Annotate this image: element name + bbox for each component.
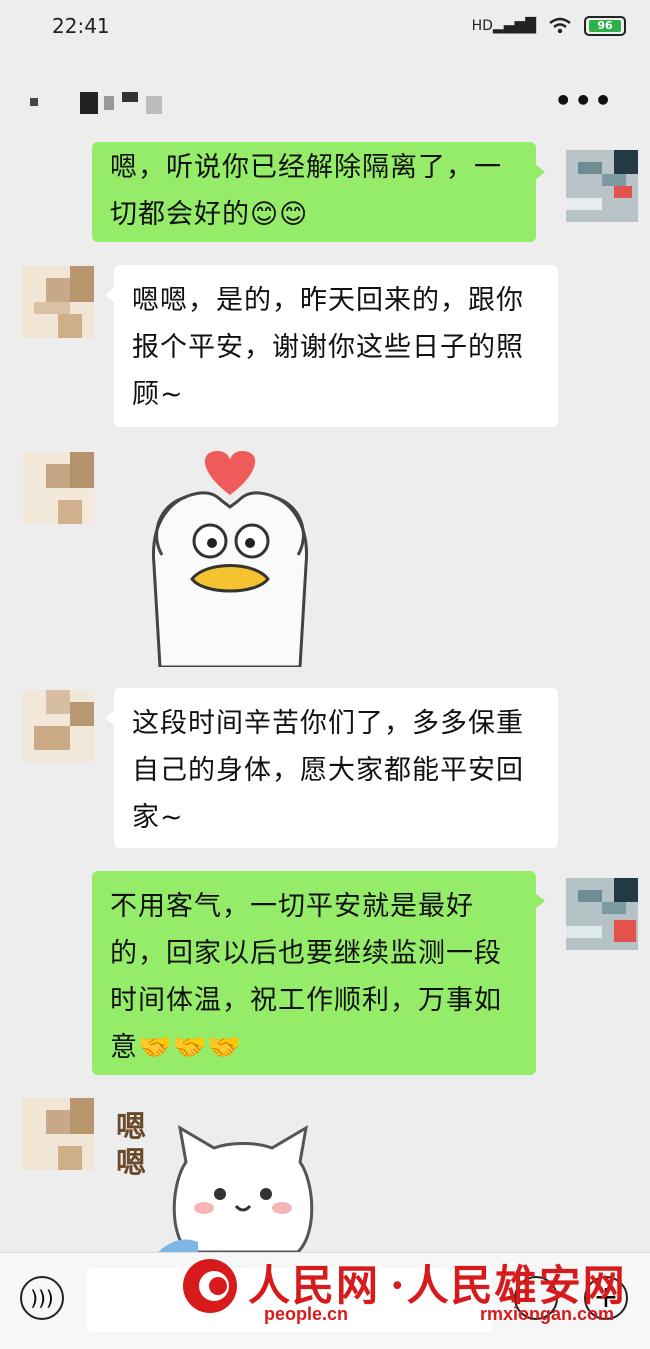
more-dots-icon[interactable]: ••• — [554, 84, 614, 117]
people-logo-icon — [183, 1259, 237, 1313]
contact-avatar[interactable] — [22, 452, 94, 524]
cat-sticker[interactable]: 嗯嗯 — [112, 1104, 332, 1252]
chat-title-redacted — [30, 92, 162, 114]
my-avatar[interactable] — [566, 150, 638, 222]
message-text: 嗯嗯，是的，昨天回来的，跟你报个平安，谢谢你这些日子的照顾~ — [132, 285, 524, 410]
contact-avatar[interactable] — [22, 690, 94, 762]
voice-icon[interactable]: ))) — [20, 1276, 64, 1320]
heart-icon — [204, 451, 256, 495]
my-avatar[interactable] — [566, 878, 638, 950]
message-bubble-me[interactable]: 嗯，听说你已经解除隔离了，一切都会好的😊😊 — [92, 142, 545, 242]
message-text: 这段时间辛苦你们了，多多保重自己的身体，愿大家都能平安回家~ — [132, 708, 524, 833]
battery-icon: 96 — [584, 16, 626, 36]
message-text: 不用客气，一切平安就是最好的，回家以后也要继续监测一段时间体温，祝工作顺利，万事… — [110, 891, 502, 1063]
wifi-icon — [549, 17, 571, 34]
contact-avatar[interactable] — [22, 266, 94, 338]
message-bubble-them[interactable]: 嗯嗯，是的，昨天回来的，跟你报个平安，谢谢你这些日子的照顾~ — [105, 265, 558, 427]
message-bubble-me[interactable]: 不用客气，一切平安就是最好的，回家以后也要继续监测一段时间体温，祝工作顺利，万事… — [92, 871, 545, 1075]
sticker-text: 嗯嗯 — [116, 1110, 146, 1181]
signal-icon: HD▂▄▆█ — [471, 18, 536, 34]
status-time: 22:41 — [52, 14, 110, 38]
message-text: 嗯，听说你已经解除隔离了，一切都会好的😊😊 — [110, 152, 502, 230]
contact-avatar[interactable] — [22, 1098, 94, 1170]
watermark-brand2-url: rmxiongan.com — [480, 1304, 615, 1324]
message-bubble-them[interactable]: 这段时间辛苦你们了，多多保重自己的身体，愿大家都能平安回家~ — [105, 688, 558, 848]
watermark: 人民网 people.cn ·人民雄安网 rmxiongan.com — [180, 1252, 640, 1342]
watermark-brand1-url: people.cn — [264, 1304, 349, 1324]
duck-heart-sticker[interactable] — [140, 445, 320, 667]
status-bar: 22:41 HD▂▄▆█ 96 — [0, 0, 650, 58]
